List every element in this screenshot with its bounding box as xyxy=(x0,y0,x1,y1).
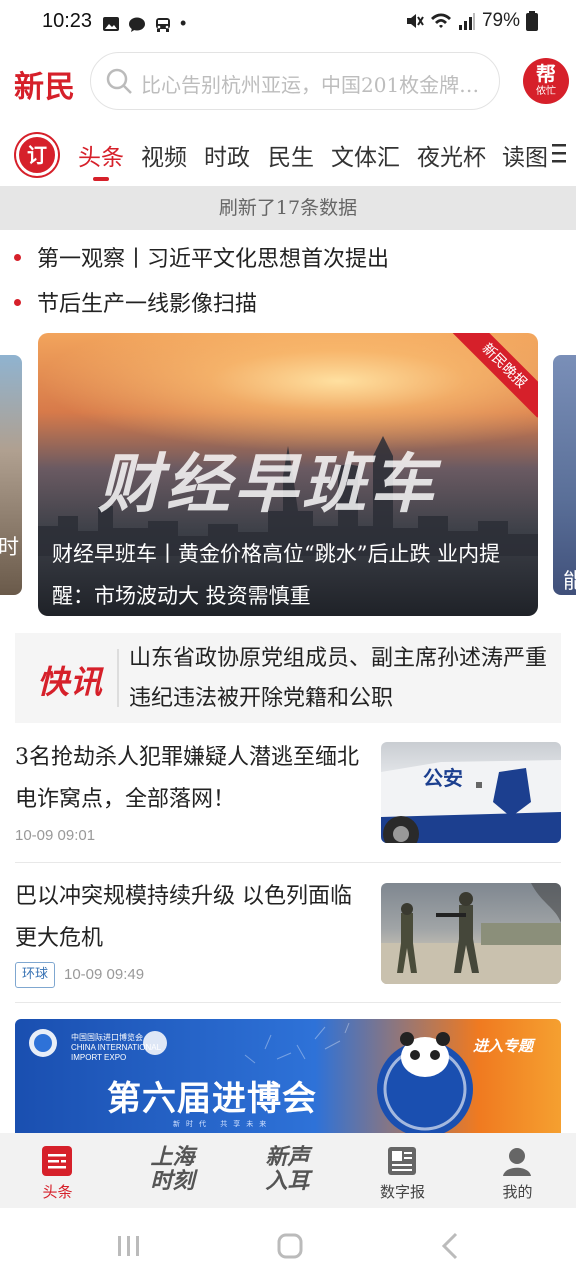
headline-item[interactable]: 节后生产一线影像扫描 xyxy=(14,286,257,318)
nav-digital-paper[interactable]: 数字报 xyxy=(345,1133,460,1208)
carousel-caption: 财经早班车丨黄金价格高位“跳水”后止跌 业内提醒：市场波动大 投资需慎重 xyxy=(52,542,501,608)
tab-politics[interactable]: 时政 xyxy=(204,138,250,172)
shanghai-moment-logo: 上海 时刻 xyxy=(115,1145,230,1193)
category-tag: 环球 xyxy=(15,962,56,988)
back-icon[interactable] xyxy=(440,1232,460,1260)
banner-title: 第六届进博会 xyxy=(107,1079,317,1119)
image-icon xyxy=(103,16,119,31)
news-title: 3名抢劫杀人犯罪嫌疑人潜逃至缅北电诈窝点，全部落网！ xyxy=(15,745,359,812)
flash-news[interactable]: 快讯 山东省政协原党组成员、副主席孙述涛严重违纪违法被开除党籍和公职 xyxy=(15,633,561,723)
chat-icon xyxy=(129,17,145,32)
system-navigation xyxy=(0,1208,576,1280)
bottom-navigation: 头条 上海 时刻 新声 入耳 数字报 我的 xyxy=(0,1133,576,1208)
flash-text: 山东省政协原党组成员、副主席孙述涛严重违纪违法被开除党籍和公职 xyxy=(129,646,548,711)
signal-icon xyxy=(458,13,475,30)
channel-tabs: 订 头条 视频 时政 民生 文体汇 夜光杯 读图 xyxy=(0,124,576,184)
status-bar: 10:23 • 79% xyxy=(0,0,576,48)
mute-icon xyxy=(406,14,424,28)
flash-divider xyxy=(117,649,119,707)
tab-photos[interactable]: 读图 xyxy=(502,138,548,172)
soldiers-image xyxy=(381,883,561,984)
help-badge-label: 帮 xyxy=(536,62,556,86)
police-car-image xyxy=(381,760,561,843)
status-dot: • xyxy=(180,13,187,33)
headlines-icon xyxy=(42,1146,72,1176)
nav-new-voice[interactable]: 新声 入耳 xyxy=(230,1133,345,1208)
nav-label: 我的 xyxy=(502,1183,533,1201)
battery-icon xyxy=(526,11,538,31)
channel-menu-icon[interactable] xyxy=(552,142,566,164)
brand-line: 新声 xyxy=(265,1144,310,1170)
tab-culture-sports[interactable]: 文体汇 xyxy=(331,138,400,172)
brand-line: 时刻 xyxy=(150,1168,195,1194)
help-badge-sublabel: 侬忙 xyxy=(536,86,556,97)
carousel-prev-caption: 时 xyxy=(0,535,19,559)
search-input[interactable]: 比心告别杭州亚运，中国201枚金牌… xyxy=(141,69,491,98)
carousel-image-title: 财经早班车 xyxy=(98,447,438,522)
headline-item[interactable]: 第一观察丨习近平文化思想首次提出 xyxy=(14,241,389,273)
divider xyxy=(15,1002,561,1003)
notification-icons: • xyxy=(102,13,186,34)
nav-label: 头条 xyxy=(42,1183,73,1201)
car-icon xyxy=(156,17,170,32)
subscribe-button[interactable]: 订 xyxy=(16,134,58,176)
nav-headlines[interactable]: 头条 xyxy=(0,1133,115,1208)
system-status: 79% xyxy=(404,10,538,32)
active-tab-indicator xyxy=(93,177,109,181)
carousel-next-slide[interactable]: 能 xyxy=(553,355,576,595)
wifi-icon xyxy=(430,13,451,28)
news-thumbnail xyxy=(381,883,561,984)
headline-text: 第一观察丨习近平文化思想首次提出 xyxy=(37,247,390,272)
divider xyxy=(15,862,561,863)
nav-shanghai-moment[interactable]: 上海 时刻 xyxy=(115,1133,230,1208)
new-voice-logo: 新声 入耳 xyxy=(230,1145,345,1193)
news-title: 巴以冲突规模持续升级 以色列面临更大危机 xyxy=(15,884,352,951)
carousel-slide[interactable]: 财经早班车 新民晚报 财经早班车丨黄金价格高位“跳水”后止跌 业内提醒：市场波动… xyxy=(38,333,538,616)
tab-video[interactable]: 视频 xyxy=(141,138,187,172)
banner-enter-link[interactable]: 进入专题 xyxy=(473,1035,533,1056)
nav-profile[interactable]: 我的 xyxy=(460,1133,575,1208)
nav-label: 数字报 xyxy=(379,1183,425,1201)
banner-organizer: 中国国际进口博览会 CHINA INTERNATIONAL IMPORT EXP… xyxy=(71,1033,161,1062)
expo-banner[interactable]: 中国国际进口博览会 CHINA INTERNATIONAL IMPORT EXP… xyxy=(15,1019,561,1135)
headline-text: 节后生产一线影像扫描 xyxy=(37,292,258,317)
help-button[interactable]: 帮 侬忙 xyxy=(523,58,569,104)
news-thumbnail: 公安 xyxy=(381,742,561,843)
banner-subtitle: 新时代 共享未来 xyxy=(173,1120,273,1128)
bullet-dot xyxy=(14,253,21,261)
carousel-next-caption: 能 xyxy=(563,569,576,593)
tab-night-cup[interactable]: 夜光杯 xyxy=(417,138,486,172)
refresh-notice: 刷新了17条数据 xyxy=(0,186,576,230)
news-time: 10-09 09:49 xyxy=(64,966,145,983)
recent-apps-icon[interactable] xyxy=(116,1234,142,1258)
bullet-dot xyxy=(14,298,21,306)
app-logo[interactable]: 新民 xyxy=(14,62,76,106)
battery-level: 79% xyxy=(481,10,520,31)
newspaper-icon xyxy=(388,1147,416,1175)
user-icon xyxy=(503,1148,531,1176)
flash-label: 快讯 xyxy=(37,663,104,701)
search-bar[interactable]: 比心告别杭州亚运，中国201枚金牌… xyxy=(90,52,500,110)
app-header: 新民 比心告别杭州亚运，中国201枚金牌… 帮 侬忙 xyxy=(0,48,576,120)
news-time: 10-09 09:01 xyxy=(15,827,96,844)
status-time: 10:23 xyxy=(42,10,93,32)
police-text: 公安 xyxy=(423,766,463,790)
brand-line: 上海 xyxy=(150,1144,195,1170)
tab-livelihood[interactable]: 民生 xyxy=(268,138,314,172)
home-icon[interactable] xyxy=(276,1232,304,1260)
search-icon xyxy=(106,68,132,94)
carousel-prev-slide[interactable]: 时 xyxy=(0,355,22,595)
brand-line: 入耳 xyxy=(265,1168,310,1194)
tab-headlines[interactable]: 头条 xyxy=(78,138,124,172)
